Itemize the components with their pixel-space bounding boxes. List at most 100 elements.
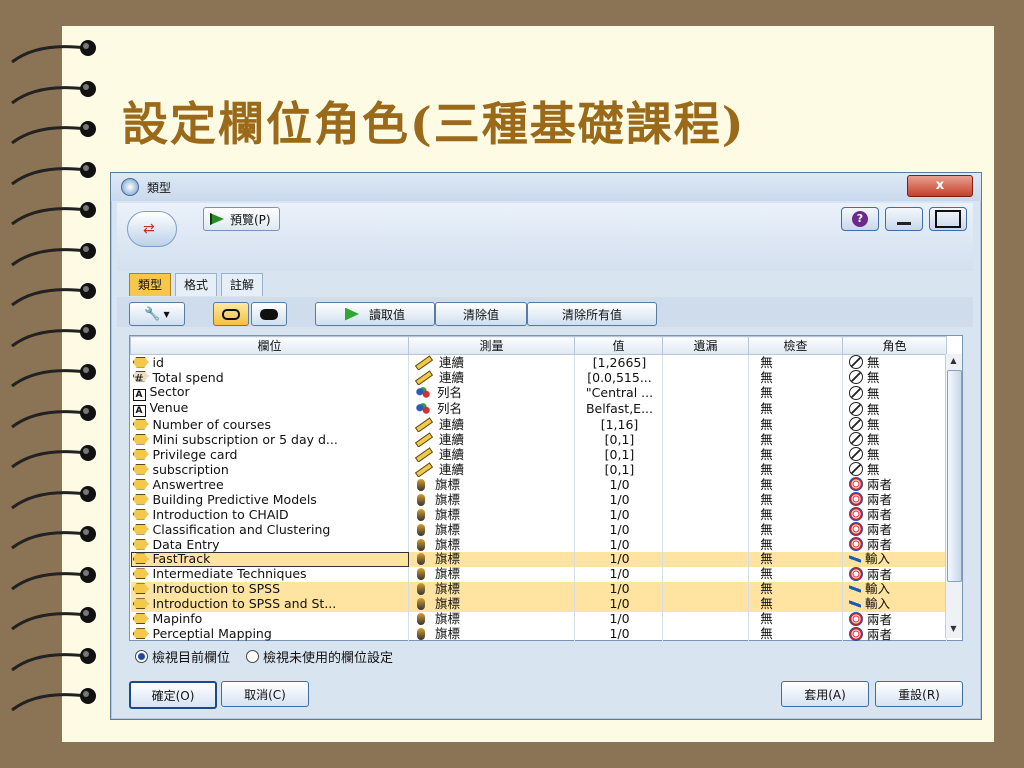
close-button[interactable]: x xyxy=(907,175,973,197)
check-cell[interactable]: 無 xyxy=(748,611,843,627)
check-cell[interactable]: 無 xyxy=(748,507,843,522)
table-row[interactable]: A Venue 列名 Belfast,E... 無 無 xyxy=(130,401,947,417)
table-row[interactable]: Privilege card 連續 [0,1] 無 無 xyxy=(130,447,947,462)
table-scrollbar[interactable]: ▲ ▼ xyxy=(945,354,962,638)
table-row[interactable]: # Total spend 連續 [0.0,515... 無 無 xyxy=(130,370,947,385)
role-cell[interactable]: 無 xyxy=(842,462,947,477)
values-cell[interactable]: 1/0 xyxy=(574,626,663,642)
measure-cell[interactable]: 旗標 xyxy=(408,596,575,612)
measure-cell[interactable]: 旗標 xyxy=(408,626,575,642)
measure-cell[interactable]: 旗標 xyxy=(408,492,575,507)
clear-all-values-button[interactable]: 清除所有值 xyxy=(527,302,657,326)
check-cell[interactable]: 無 xyxy=(748,447,843,462)
check-cell[interactable]: 無 xyxy=(748,581,843,597)
missing-cell[interactable] xyxy=(662,507,749,522)
missing-cell[interactable] xyxy=(662,626,749,642)
table-row[interactable]: Introduction to SPSS and St... 旗標 1/0 無 輸入 xyxy=(130,596,947,612)
check-cell[interactable]: 無 xyxy=(748,462,843,477)
field-cell[interactable]: Mapinfo xyxy=(130,611,409,627)
values-cell[interactable]: [0,1] xyxy=(574,432,663,447)
measure-cell[interactable]: 連續 xyxy=(408,370,575,385)
missing-cell[interactable] xyxy=(662,477,749,492)
missing-cell[interactable] xyxy=(662,432,749,447)
field-cell[interactable]: Answertree xyxy=(130,477,409,492)
column-header-check[interactable]: 檢查 xyxy=(748,336,843,355)
missing-cell[interactable] xyxy=(662,447,749,462)
measure-cell[interactable]: 旗標 xyxy=(408,611,575,627)
radio-view-unused[interactable]: 檢視未使用的欄位設定 xyxy=(246,647,393,666)
values-cell[interactable]: [0,1] xyxy=(574,447,663,462)
role-cell[interactable]: 無 xyxy=(842,447,947,462)
values-cell[interactable]: 1/0 xyxy=(574,537,663,552)
values-cell[interactable]: 1/0 xyxy=(574,552,663,567)
role-cell[interactable]: 輸入 xyxy=(842,596,947,612)
measure-cell[interactable]: 列名 xyxy=(408,385,575,401)
preview-button[interactable]: 預覽(P) xyxy=(203,207,280,231)
view-current-fields-toggle[interactable] xyxy=(213,302,249,326)
measure-cell[interactable]: 旗標 xyxy=(408,581,575,597)
values-cell[interactable]: 1/0 xyxy=(574,492,663,507)
field-cell[interactable]: Intermediate Techniques xyxy=(130,566,409,582)
table-row[interactable]: A Sector 列名 "Central ... 無 無 xyxy=(130,385,947,401)
role-cell[interactable]: 兩者 xyxy=(842,522,947,537)
field-cell[interactable]: Introduction to SPSS and St... xyxy=(130,596,409,612)
missing-cell[interactable] xyxy=(662,522,749,537)
field-cell[interactable]: # Total spend xyxy=(130,370,409,385)
role-cell[interactable]: 兩者 xyxy=(842,611,947,627)
role-cell[interactable]: 無 xyxy=(842,385,947,401)
check-cell[interactable]: 無 xyxy=(748,401,843,417)
field-cell[interactable]: Data Entry xyxy=(130,537,409,552)
table-row[interactable]: Mapinfo 旗標 1/0 無 兩者 xyxy=(130,611,947,627)
field-cell[interactable]: Introduction to CHAID xyxy=(130,507,409,522)
field-cell[interactable]: Classification and Clustering xyxy=(130,522,409,537)
check-cell[interactable]: 無 xyxy=(748,522,843,537)
measure-cell[interactable]: 列名 xyxy=(408,401,575,417)
cancel-button[interactable]: 取消(C) xyxy=(221,681,309,707)
values-cell[interactable]: Belfast,E... xyxy=(574,401,663,417)
missing-cell[interactable] xyxy=(662,537,749,552)
missing-cell[interactable] xyxy=(662,370,749,385)
table-row[interactable]: Intermediate Techniques 旗標 1/0 無 兩者 xyxy=(130,566,947,582)
table-row[interactable]: Mini subscription or 5 day d... 連續 [0,1] 無 無 xyxy=(130,432,947,447)
field-cell[interactable]: FastTrack xyxy=(130,552,409,567)
field-cell[interactable]: A Venue xyxy=(130,401,409,417)
values-cell[interactable]: "Central ... xyxy=(574,385,663,401)
values-cell[interactable]: 1/0 xyxy=(574,611,663,627)
missing-cell[interactable] xyxy=(662,596,749,612)
reset-button[interactable]: 重設(R) xyxy=(875,681,963,707)
check-cell[interactable]: 無 xyxy=(748,354,843,370)
table-row[interactable]: Answertree 旗標 1/0 無 兩者 xyxy=(130,477,947,492)
missing-cell[interactable] xyxy=(662,611,749,627)
missing-cell[interactable] xyxy=(662,385,749,401)
values-cell[interactable]: 1/0 xyxy=(574,596,663,612)
help-button[interactable]: ? xyxy=(841,207,879,231)
field-cell[interactable]: Building Predictive Models xyxy=(130,492,409,507)
measure-cell[interactable]: 連續 xyxy=(408,447,575,462)
column-header-measure[interactable]: 測量 xyxy=(408,336,575,355)
role-cell[interactable]: 兩者 xyxy=(842,537,947,552)
measure-cell[interactable]: 旗標 xyxy=(408,522,575,537)
ok-button[interactable]: 確定(O) xyxy=(129,681,217,709)
measure-cell[interactable]: 連續 xyxy=(408,432,575,447)
tab-type[interactable]: 類型 xyxy=(129,273,172,296)
missing-cell[interactable] xyxy=(662,581,749,597)
missing-cell[interactable] xyxy=(662,552,749,567)
table-row[interactable]: Building Predictive Models 旗標 1/0 無 兩者 xyxy=(130,492,947,507)
check-cell[interactable]: 無 xyxy=(748,432,843,447)
measure-cell[interactable]: 連續 xyxy=(408,417,575,432)
column-header-field[interactable]: 欄位 xyxy=(130,336,409,355)
tools-dropdown-button[interactable]: 🔧 ▼ xyxy=(129,302,185,326)
measure-cell[interactable]: 旗標 xyxy=(408,477,575,492)
field-cell[interactable]: Privilege card xyxy=(130,447,409,462)
check-cell[interactable]: 無 xyxy=(748,385,843,401)
values-cell[interactable]: 1/0 xyxy=(574,522,663,537)
check-cell[interactable]: 無 xyxy=(748,552,843,567)
role-cell[interactable]: 兩者 xyxy=(842,626,947,642)
table-row[interactable]: FastTrack 旗標 1/0 無 輸入 xyxy=(130,552,947,567)
check-cell[interactable]: 無 xyxy=(748,537,843,552)
values-cell[interactable]: 1/0 xyxy=(574,507,663,522)
check-cell[interactable]: 無 xyxy=(748,492,843,507)
check-cell[interactable]: 無 xyxy=(748,596,843,612)
view-unused-fields-toggle[interactable] xyxy=(251,302,287,326)
missing-cell[interactable] xyxy=(662,462,749,477)
